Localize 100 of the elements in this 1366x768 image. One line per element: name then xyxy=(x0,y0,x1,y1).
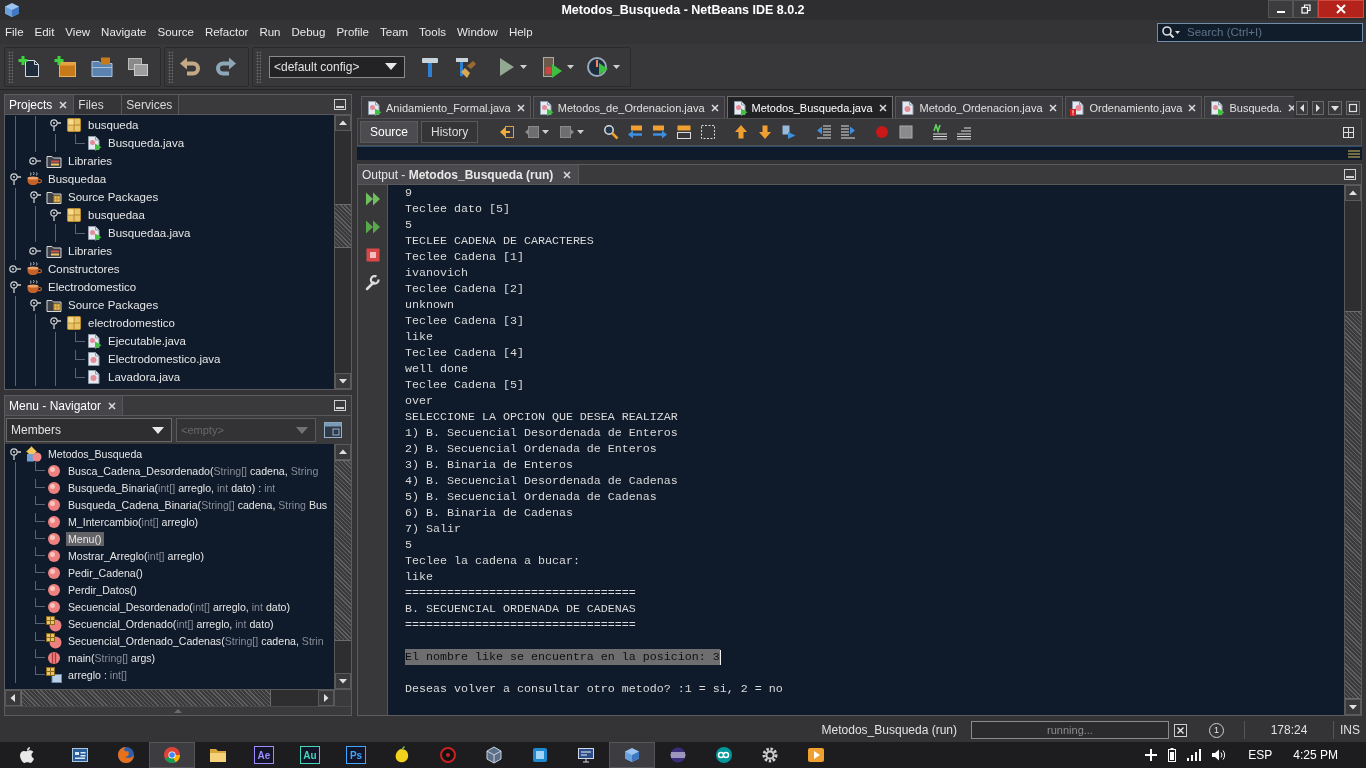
tab-list-icon[interactable] xyxy=(1328,101,1342,115)
menubar-entry[interactable]: Edit xyxy=(29,26,60,38)
up-arrow-icon[interactable] xyxy=(733,124,750,140)
language-indicator[interactable]: ESP xyxy=(1248,748,1273,762)
tree-toggle-icon[interactable] xyxy=(49,119,61,131)
scroll-down-icon[interactable] xyxy=(1345,699,1361,715)
document-play-icon[interactable] xyxy=(540,54,564,79)
minimize-icon[interactable] xyxy=(334,99,346,110)
toolbar-grip[interactable] xyxy=(8,50,13,83)
close-icon[interactable] xyxy=(878,103,887,112)
apple-icon[interactable] xyxy=(18,746,36,764)
lines-icon[interactable] xyxy=(956,124,973,140)
tree-toggle-icon[interactable] xyxy=(9,281,21,293)
split-icon[interactable] xyxy=(1342,125,1355,139)
scroll-up-icon[interactable] xyxy=(335,115,351,131)
menubar-entry[interactable]: Run xyxy=(253,26,286,38)
tree-item[interactable]: Ejecutable.java xyxy=(106,334,188,348)
cancel-icon[interactable] xyxy=(1174,723,1187,737)
scroll-right-icon[interactable] xyxy=(318,690,334,706)
search-input[interactable]: Search (Ctrl+I) xyxy=(1185,24,1362,40)
shift-right-icon[interactable] xyxy=(840,124,857,140)
menubar-entry[interactable]: Window xyxy=(451,26,504,38)
scroll-up-icon[interactable] xyxy=(335,444,351,460)
close-icon[interactable] xyxy=(563,170,572,179)
new-project-icon[interactable] xyxy=(54,54,78,79)
caret-icon[interactable] xyxy=(520,64,527,69)
rectangle-selection-icon[interactable] xyxy=(700,124,717,140)
stop-icon[interactable] xyxy=(898,124,915,140)
navigator-item[interactable]: Secuencial_Desordenado(int[] arreglo, int dato) xyxy=(66,599,293,614)
wrench-icon[interactable] xyxy=(364,275,381,291)
view-toggle[interactable]: Source xyxy=(360,121,419,143)
tree-item[interactable]: busquedaa xyxy=(86,208,147,222)
menubar-entry[interactable]: Help xyxy=(503,26,539,38)
plus-icon[interactable] xyxy=(1145,749,1158,761)
tree-toggle-icon[interactable] xyxy=(29,245,41,257)
menubar-entry[interactable]: Profile xyxy=(330,26,375,38)
scroll-left-icon[interactable] xyxy=(5,690,21,706)
scrollbar-thumb[interactable] xyxy=(21,690,271,706)
tree-item[interactable]: Source Packages xyxy=(66,298,161,312)
toolbar-grip[interactable] xyxy=(168,50,173,83)
double-play-icon[interactable] xyxy=(364,191,381,207)
tree-item[interactable]: Lavadora.java xyxy=(106,370,183,384)
panel-tab[interactable]: Output - Metodos_Busqueda (run) xyxy=(358,165,580,184)
arrow-into-box-icon[interactable] xyxy=(499,124,516,140)
menubar-entry[interactable]: Source xyxy=(151,26,200,38)
menubar-entry[interactable]: Navigate xyxy=(95,26,152,38)
caret-icon[interactable] xyxy=(613,64,620,69)
tree-toggle-icon[interactable] xyxy=(49,209,61,221)
tree-toggle-icon[interactable] xyxy=(29,191,41,203)
taskbar-app[interactable]: Ps xyxy=(333,742,379,768)
panel-tab[interactable]: Projects xyxy=(5,95,75,114)
square-arrow-icon[interactable] xyxy=(781,124,798,140)
navigator-item[interactable]: M_Intercambio(int[] arreglo) xyxy=(66,514,201,529)
tree-toggle-icon[interactable] xyxy=(49,317,61,329)
volume-icon[interactable] xyxy=(1212,749,1227,761)
taskbar-app[interactable] xyxy=(609,742,655,768)
menubar-entry[interactable]: Tools xyxy=(413,26,452,38)
tree-toggle-icon[interactable] xyxy=(29,155,41,167)
tree-item[interactable]: Busqueda.java xyxy=(106,136,187,150)
scrollbar-thumb[interactable] xyxy=(335,204,351,248)
tree-item[interactable]: electrodomestico xyxy=(86,316,177,330)
menubar-entry[interactable]: Team xyxy=(374,26,414,38)
navigator-item[interactable]: Busqueda_Binaria(int[] arreglo, int dato) : int xyxy=(66,480,278,495)
scroll-down-icon[interactable] xyxy=(335,373,351,389)
tree-toggle-icon[interactable] xyxy=(9,263,21,275)
menubar-entry[interactable]: Debug xyxy=(286,26,331,38)
taskbar-app[interactable]: Au xyxy=(287,742,333,768)
close-icon[interactable] xyxy=(710,103,719,112)
close-icon[interactable] xyxy=(516,103,525,112)
panel-tab[interactable]: Menu - Navigator xyxy=(5,396,124,415)
navigator-item[interactable]: Secuencial_Ordenado(int[] arreglo, int dato) xyxy=(66,616,276,631)
battery-icon[interactable] xyxy=(1168,748,1177,762)
tree-item[interactable]: Source Packages xyxy=(66,190,161,204)
navigator-item[interactable]: Busca_Cadena_Desordenado(String[] cadena, String xyxy=(66,463,321,478)
search-icon[interactable] xyxy=(1161,25,1181,39)
forward-icon[interactable] xyxy=(559,124,576,140)
toolbar-grip[interactable] xyxy=(256,50,261,83)
editor-tab[interactable]: Busqueda. xyxy=(1204,96,1294,118)
navigator-item[interactable]: Pedir_Cadena() xyxy=(66,565,145,580)
caret-icon[interactable] xyxy=(152,426,164,434)
scrollbar-thumb[interactable] xyxy=(1345,311,1361,699)
navigator-item[interactable]: main(String[] args) xyxy=(66,650,158,665)
tree-toggle-icon[interactable] xyxy=(9,173,21,185)
tree-item[interactable]: Libraries xyxy=(66,154,115,168)
signal-icon[interactable] xyxy=(1187,749,1202,761)
tree-item[interactable]: Libraries xyxy=(66,244,115,258)
new-file-icon[interactable] xyxy=(18,54,42,79)
bar-right-arrow-icon[interactable] xyxy=(652,124,669,140)
minimize-icon[interactable] xyxy=(334,400,346,411)
tree-item[interactable]: Constructores xyxy=(46,262,122,276)
taskbar-app[interactable] xyxy=(149,742,195,768)
close-icon[interactable] xyxy=(1048,103,1057,112)
close-icon[interactable] xyxy=(1288,103,1294,112)
comment-lines-icon[interactable] xyxy=(932,124,949,140)
vertical-scrollbar[interactable] xyxy=(334,444,351,689)
double-play-icon[interactable] xyxy=(364,219,381,235)
navigator-item[interactable]: Secuencial_Ordenado_Cadenas(String[] cadena, Strin xyxy=(66,633,326,648)
restore-button[interactable] xyxy=(1293,0,1318,18)
panel-tab[interactable]: Files xyxy=(74,95,123,114)
close-icon[interactable] xyxy=(108,401,117,410)
